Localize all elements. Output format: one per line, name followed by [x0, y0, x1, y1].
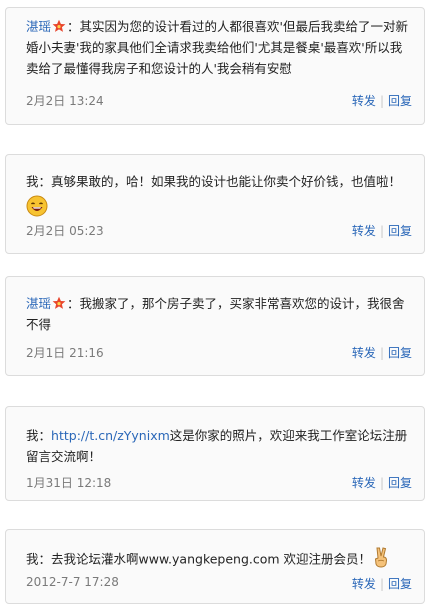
comment-author: 我 [26, 551, 39, 567]
comment-body: 我：去我论坛灌水啊www.yangkepeng.com 欢迎注册会员！ [26, 546, 410, 574]
comment-colon: ： [38, 428, 52, 443]
comment-actions: 转发 | 回复 [352, 575, 412, 592]
comment-card: 我：真够果敢的，哈！如果我的设计也能让你卖个好价钱，也值啦！ 2月2日 05:2… [5, 154, 425, 254]
comment-author[interactable]: 湛瑶 [26, 19, 51, 34]
comment-body: 我：真够果敢的，哈！如果我的设计也能让你卖个好价钱，也值啦！ [26, 171, 410, 192]
comment-body: 湛瑶 ：其实因为您的设计看过的人都很喜欢'但最后我卖给了一对新婚小夫妻'我的家具他… [26, 16, 410, 79]
comment-time: 2月1日 21:16 [26, 346, 104, 360]
repost-link[interactable]: 转发 [352, 346, 376, 360]
comment-actions: 转发 | 回复 [352, 222, 412, 239]
action-divider: | [379, 94, 384, 108]
repost-link[interactable]: 转发 [352, 224, 376, 238]
comment-actions: 转发 | 回复 [352, 474, 412, 491]
action-divider: | [379, 577, 384, 591]
comment-body: 湛瑶 ：我搬家了，那个房子卖了，买家非常喜欢您的设计，我很舍不得 [26, 293, 410, 335]
comment-text: 真够果敢的，哈！如果我的设计也能让你卖个好价钱，也值啦！ [51, 174, 402, 189]
repost-link[interactable]: 转发 [352, 94, 376, 108]
reply-link[interactable]: 回复 [388, 577, 412, 591]
action-divider: | [379, 346, 384, 360]
comment-time: 1月31日 12:18 [26, 476, 112, 490]
repost-link[interactable]: 转发 [352, 577, 376, 591]
comment-time: 2月2日 13:24 [26, 94, 104, 108]
comment-actions: 转发 | 回复 [352, 92, 412, 109]
comment-time: 2012-7-7 17:28 [26, 575, 119, 589]
star-badge-icon [52, 19, 66, 32]
comment-time: 2月2日 05:23 [26, 224, 104, 238]
action-divider: | [379, 224, 384, 238]
comment-author: 我 [26, 428, 39, 443]
comment-colon: ： [38, 174, 52, 189]
action-divider: | [379, 476, 384, 490]
comment-colon: ： [67, 296, 80, 311]
comment-actions: 转发 | 回复 [352, 344, 412, 361]
reply-link[interactable]: 回复 [388, 94, 412, 108]
reply-link[interactable]: 回复 [388, 476, 412, 490]
victory-hand-emoji [375, 547, 388, 568]
repost-link[interactable]: 转发 [352, 476, 376, 490]
comment-text: 去我论坛灌水啊www.yangkepeng.com 欢迎注册会员！ [51, 551, 372, 567]
star-badge-icon [52, 296, 66, 309]
comment-author: 我 [26, 174, 39, 189]
comment-body: 我：http://t.cn/zYynixm这是你家的照片，欢迎来我工作室论坛注册… [26, 425, 410, 467]
reply-link[interactable]: 回复 [388, 346, 412, 360]
emoji-container [371, 546, 391, 574]
comment-card: 湛瑶 ：其实因为您的设计看过的人都很喜欢'但最后我卖给了一对新婚小夫妻'我的家具他… [5, 7, 425, 125]
reply-link[interactable]: 回复 [388, 224, 412, 238]
comment-card: 我：http://t.cn/zYynixm这是你家的照片，欢迎来我工作室论坛注册… [5, 406, 425, 501]
emoji-container [26, 195, 48, 221]
comment-card: 湛瑶 ：我搬家了，那个房子卖了，买家非常喜欢您的设计，我很舍不得 2月1日 21:… [5, 276, 425, 376]
short-link[interactable]: http://t.cn/zYynixm [51, 428, 170, 443]
comment-text: 其实因为您的设计看过的人都很喜欢'但最后我卖给了一对新婚小夫妻'我的家具他们全请… [26, 19, 408, 76]
laugh-emoji [26, 195, 48, 217]
comment-colon: ： [67, 19, 80, 34]
comment-author[interactable]: 湛瑶 [26, 296, 51, 311]
comment-colon: ： [38, 551, 52, 567]
comment-card: 我：去我论坛灌水啊www.yangkepeng.com 欢迎注册会员！ 2012… [5, 529, 425, 604]
comment-text: 我搬家了，那个房子卖了，买家非常喜欢您的设计，我很舍不得 [26, 296, 405, 332]
